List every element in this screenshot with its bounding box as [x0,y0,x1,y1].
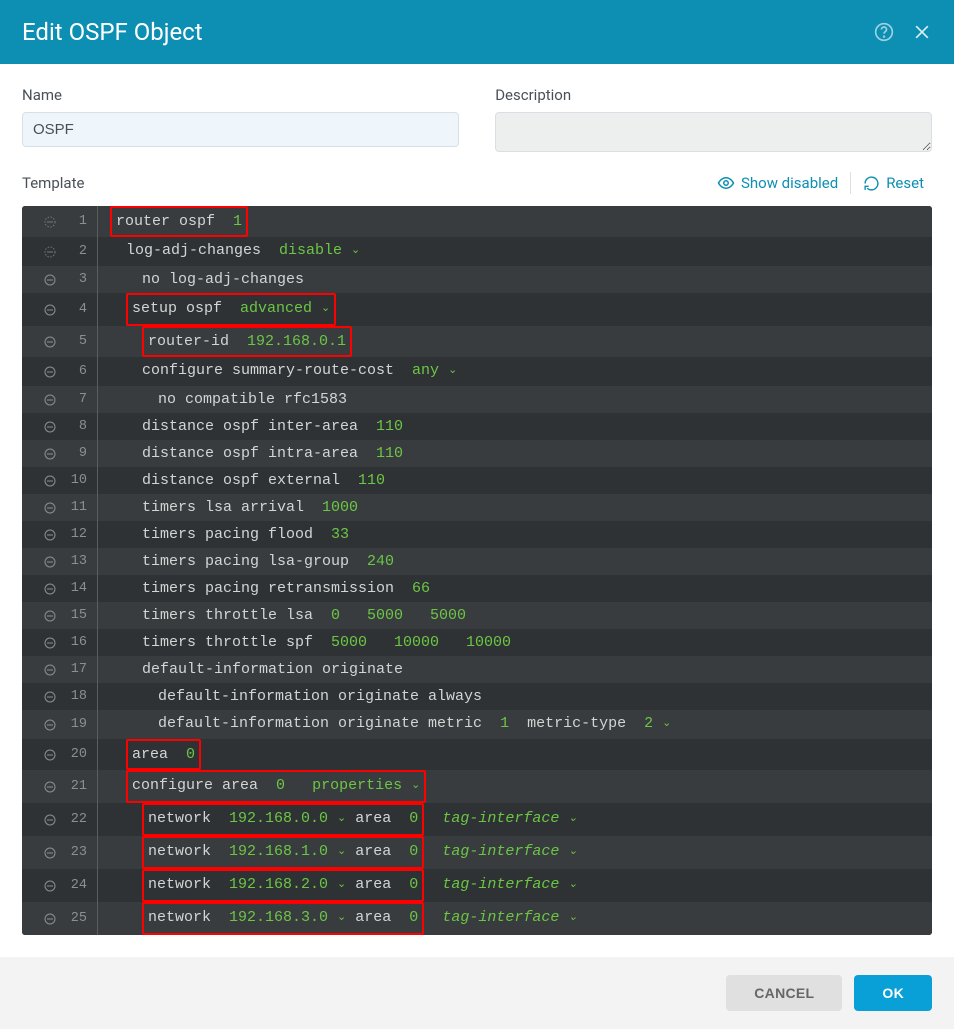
collapse-icon[interactable] [43,582,57,596]
dialog-footer: CANCEL OK [0,957,954,1029]
cancel-button[interactable]: CANCEL [726,975,842,1011]
editor-line-14[interactable]: 14timers pacing retransmission 66 [22,575,932,602]
template-label: Template [22,174,84,192]
show-disabled-label: Show disabled [741,174,838,192]
collapse-icon[interactable] [43,303,57,317]
line-number: 3 [67,266,87,293]
line-number: 15 [67,602,87,629]
line-number: 10 [67,467,87,494]
collapse-icon[interactable] [43,846,57,860]
collapse-icon[interactable] [43,528,57,542]
collapse-icon[interactable] [43,555,57,569]
template-editor[interactable]: 1router ospf 12log-adj-changes disable ⌄… [22,206,932,935]
line-number: 13 [67,548,87,575]
collapse-icon[interactable] [43,447,57,461]
toolbar-separator [850,172,851,194]
line-number: 21 [67,773,87,800]
close-icon[interactable] [912,22,932,42]
dialog-title: Edit OSPF Object [22,18,203,46]
collapse-icon[interactable] [43,813,57,827]
name-input[interactable] [22,112,459,147]
editor-line-18[interactable]: 18default-information originate always [22,683,932,710]
line-number: 19 [67,711,87,738]
line-number: 9 [67,440,87,467]
ok-button[interactable]: OK [854,975,932,1011]
collapse-icon[interactable] [43,245,57,259]
collapse-icon[interactable] [43,748,57,762]
help-icon[interactable] [874,22,894,42]
collapse-icon[interactable] [43,912,57,926]
line-number: 8 [67,413,87,440]
editor-line-6[interactable]: 6configure summary-route-cost any ⌄ [22,357,932,386]
editor-line-13[interactable]: 13timers pacing lsa-group 240 [22,548,932,575]
line-number: 23 [67,839,87,866]
line-number: 7 [67,386,87,413]
line-number: 18 [67,683,87,710]
eye-icon [717,174,735,192]
editor-line-1[interactable]: 1router ospf 1 [22,206,932,237]
collapse-icon[interactable] [43,690,57,704]
collapse-icon[interactable] [43,273,57,287]
description-label: Description [495,86,932,104]
line-number: 12 [67,521,87,548]
editor-line-24[interactable]: 24network 192.168.2.0 ⌄ area 0 tag-inter… [22,869,932,902]
editor-line-23[interactable]: 23network 192.168.1.0 ⌄ area 0 tag-inter… [22,836,932,869]
reset-label: Reset [886,174,924,192]
collapse-icon[interactable] [43,501,57,515]
line-number: 17 [67,656,87,683]
editor-line-16[interactable]: 16timers throttle spf 5000 10000 10000 [22,629,932,656]
line-number: 2 [67,238,87,265]
editor-line-25[interactable]: 25network 192.168.3.0 ⌄ area 0 tag-inter… [22,902,932,935]
collapse-icon[interactable] [43,393,57,407]
line-number: 14 [67,575,87,602]
reset-icon [863,175,880,192]
editor-line-15[interactable]: 15timers throttle lsa 0 5000 5000 [22,602,932,629]
editor-line-10[interactable]: 10distance ospf external 110 [22,467,932,494]
editor-line-12[interactable]: 12timers pacing flood 33 [22,521,932,548]
template-toolbar: Template Show disabled Reset [0,160,954,200]
show-disabled-button[interactable]: Show disabled [709,174,846,192]
name-label: Name [22,86,459,104]
line-number: 11 [67,494,87,521]
collapse-icon[interactable] [43,609,57,623]
editor-line-4[interactable]: 4setup ospf advanced ⌄ [22,293,932,326]
editor-line-3[interactable]: 3no log-adj-changes [22,266,932,293]
line-number: 25 [67,905,87,932]
editor-line-8[interactable]: 8distance ospf inter-area 110 [22,413,932,440]
editor-line-22[interactable]: 22network 192.168.0.0 ⌄ area 0 tag-inter… [22,803,932,836]
reset-button[interactable]: Reset [855,174,932,192]
collapse-icon[interactable] [43,420,57,434]
collapse-icon[interactable] [43,636,57,650]
editor-line-2[interactable]: 2log-adj-changes disable ⌄ [22,237,932,266]
description-input[interactable] [495,112,932,152]
editor-line-9[interactable]: 9distance ospf intra-area 110 [22,440,932,467]
collapse-icon[interactable] [43,663,57,677]
line-number: 24 [67,872,87,899]
editor-line-11[interactable]: 11timers lsa arrival 1000 [22,494,932,521]
collapse-icon[interactable] [43,474,57,488]
collapse-icon[interactable] [43,780,57,794]
line-number: 20 [67,741,87,768]
form-row: Name Description [0,64,954,160]
line-number: 5 [67,328,87,355]
editor-line-17[interactable]: 17default-information originate [22,656,932,683]
collapse-icon[interactable] [43,365,57,379]
editor-line-20[interactable]: 20area 0 [22,739,932,770]
collapse-icon[interactable] [43,335,57,349]
collapse-icon[interactable] [43,879,57,893]
editor-line-7[interactable]: 7no compatible rfc1583 [22,386,932,413]
collapse-icon[interactable] [43,215,57,229]
editor-line-21[interactable]: 21configure area 0 properties ⌄ [22,770,932,803]
line-number: 22 [67,806,87,833]
line-number: 4 [67,296,87,323]
line-number: 16 [67,629,87,656]
editor-line-19[interactable]: 19default-information originate metric 1… [22,710,932,739]
line-number: 1 [67,208,87,235]
editor-line-5[interactable]: 5router-id 192.168.0.1 [22,326,932,357]
collapse-icon[interactable] [43,718,57,732]
line-number: 6 [67,358,87,385]
dialog-header: Edit OSPF Object [0,0,954,64]
